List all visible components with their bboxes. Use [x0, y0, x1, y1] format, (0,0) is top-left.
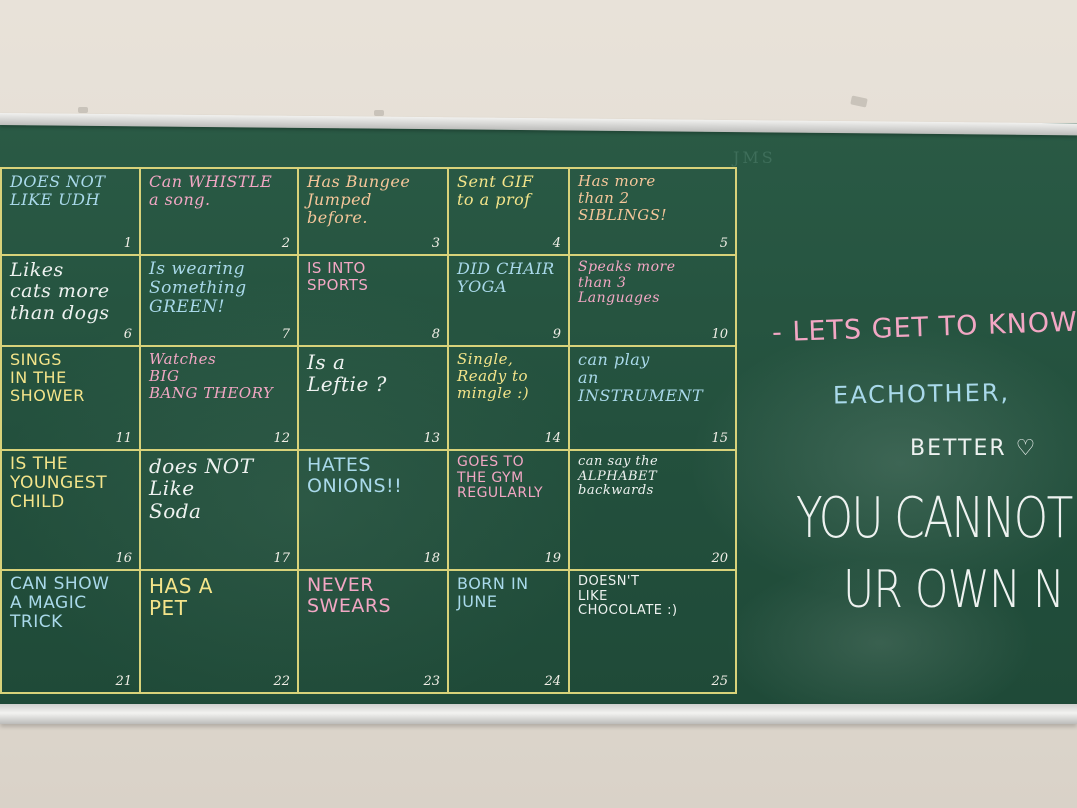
bingo-cell-19: GOES TO THE GYM REGULARLY 19 — [447, 449, 570, 571]
bingo-cell-number: 2 — [281, 236, 290, 251]
bingo-cell-number: 15 — [711, 431, 728, 446]
bingo-cell-text: can say the ALPHABET backwards — [578, 454, 659, 499]
bingo-cell-text: Likes cats more than dogs — [10, 259, 110, 324]
bingo-cell-number: 24 — [544, 674, 561, 689]
bingo-cell-text: Speaks more than 3 Languages — [578, 259, 676, 307]
bingo-cell-text: NEVER SWEARS — [307, 574, 392, 618]
bingo-cell-number: 16 — [115, 551, 132, 566]
bingo-cell-18: HATES ONIONS!! 18 — [297, 449, 449, 571]
bingo-cell-number: 10 — [711, 327, 728, 342]
bingo-cell-17: does NOT Like Soda 17 — [139, 449, 299, 571]
bingo-cell-number: 4 — [552, 236, 561, 251]
bingo-cell-text: Has Bungee Jumped before. — [307, 172, 411, 227]
bingo-cell-number: 20 — [711, 551, 728, 566]
bingo-cell-24: BORN IN JUNE 24 — [447, 569, 570, 694]
wall-hook — [78, 107, 88, 113]
bingo-cell-text: HAS A PET — [149, 574, 213, 621]
bingo-cell-text: DOESN'T LIKE CHOCOLATE :) — [578, 574, 678, 619]
bingo-cell-6: Likes cats more than dogs 6 — [0, 254, 141, 347]
bingo-cell-8: IS INTO SPORTS 8 — [297, 254, 449, 347]
bingo-cell-number: 14 — [544, 431, 561, 446]
bingo-cell-text: DID CHAIR YOGA — [457, 259, 555, 296]
bingo-cell-number: 22 — [273, 674, 290, 689]
bingo-cell-15: can play an INSTRUMENT 15 — [568, 345, 737, 451]
bingo-cell-number: 3 — [431, 236, 440, 251]
bingo-cell-text: Is wearing Something GREEN! — [149, 259, 247, 318]
bingo-cell-5: Has more than 2 SIBLINGS! 5 — [568, 167, 737, 256]
bingo-cell-text: BORN IN JUNE — [457, 574, 529, 611]
bingo-cell-text: DOES NOT LIKE UDH — [10, 172, 106, 209]
bingo-cell-text: IS THE YOUNGEST CHILD — [10, 454, 108, 513]
bingo-cell-text: IS INTO SPORTS — [307, 259, 369, 294]
bingo-cell-7: Is wearing Something GREEN! 7 — [139, 254, 299, 347]
bingo-cell-number: 19 — [544, 551, 561, 566]
bingo-cell-1: DOES NOT LIKE UDH 1 — [0, 167, 141, 256]
message-line-2: EACHOTHER, — [832, 378, 1011, 410]
bingo-cell-text: SINGS IN THE SHOWER — [10, 350, 85, 405]
bingo-cell-3: Has Bungee Jumped before. 3 — [297, 167, 449, 256]
wall-hook — [850, 95, 868, 108]
bingo-cell-13: Is a Leftie ? 13 — [297, 345, 449, 451]
bingo-grid: DOES NOT LIKE UDH 1 Can WHISTLE a song. 2 Ha… — [0, 167, 737, 694]
bingo-cell-16: IS THE YOUNGEST CHILD 16 — [0, 449, 141, 571]
bingo-cell-number: 13 — [423, 431, 440, 446]
bingo-cell-number: 17 — [273, 551, 290, 566]
bingo-cell-number: 23 — [423, 674, 440, 689]
bingo-cell-text: can play an INSTRUMENT — [578, 350, 704, 405]
bingo-cell-text: GOES TO THE GYM REGULARLY — [457, 454, 544, 502]
bingo-cell-number: 21 — [115, 674, 132, 689]
bingo-cell-number: 8 — [431, 327, 440, 342]
bingo-cell-text: HATES ONIONS!! — [307, 454, 403, 498]
message-line-5: UR OWN N — [843, 560, 1065, 620]
bingo-cell-text: CAN SHOW A MAGIC TRICK — [10, 574, 110, 633]
bingo-cell-text: does NOT Like Soda — [149, 454, 254, 523]
bingo-cell-text: Can WHISTLE a song. — [149, 172, 273, 209]
bingo-cell-10: Speaks more than 3 Languages 10 — [568, 254, 737, 347]
bingo-cell-9: DID CHAIR YOGA 9 — [447, 254, 570, 347]
bingo-cell-number: 18 — [423, 551, 440, 566]
chalkboard-chalk-tray — [0, 704, 1077, 724]
bingo-cell-text: Single, Ready to mingle :) — [457, 350, 530, 402]
bingo-cell-text: Has more than 2 SIBLINGS! — [578, 172, 668, 224]
bingo-cell-20: can say the ALPHABET backwards 20 — [568, 449, 737, 571]
bingo-cell-number: 5 — [719, 236, 728, 251]
bingo-cell-text: Watches BIG BANG THEORY — [149, 350, 274, 402]
classroom-scene: JMS DOES NOT LIKE UDH 1 Can WHISTLE a song… — [0, 0, 1077, 808]
bingo-cell-2: Can WHISTLE a song. 2 — [139, 167, 299, 256]
message-line-3: BETTER ♡ — [910, 436, 1038, 461]
bingo-cell-25: DOESN'T LIKE CHOCOLATE :) 25 — [568, 569, 737, 694]
bingo-cell-number: 25 — [711, 674, 728, 689]
board-initials: JMS — [733, 148, 776, 167]
bingo-cell-text: Sent GIF to a prof — [457, 172, 534, 209]
bingo-cell-23: NEVER SWEARS 23 — [297, 569, 449, 694]
bingo-cell-number: 12 — [273, 431, 290, 446]
bingo-cell-12: Watches BIG BANG THEORY 12 — [139, 345, 299, 451]
bingo-cell-number: 9 — [552, 327, 561, 342]
bingo-cell-11: SINGS IN THE SHOWER 11 — [0, 345, 141, 451]
bingo-cell-number: 7 — [281, 327, 290, 342]
bingo-cell-14: Single, Ready to mingle :) 14 — [447, 345, 570, 451]
bingo-cell-22: HAS A PET 22 — [139, 569, 299, 694]
bingo-cell-number: 1 — [123, 236, 132, 251]
bingo-cell-4: Sent GIF to a prof 4 — [447, 167, 570, 256]
bingo-cell-number: 6 — [123, 327, 132, 342]
wall-hook — [374, 110, 384, 116]
message-line-4: YOU CANNOT — [796, 486, 1073, 551]
bingo-cell-21: CAN SHOW A MAGIC TRICK 21 — [0, 569, 141, 694]
bingo-cell-number: 11 — [115, 431, 132, 446]
bingo-cell-text: Is a Leftie ? — [307, 350, 387, 397]
